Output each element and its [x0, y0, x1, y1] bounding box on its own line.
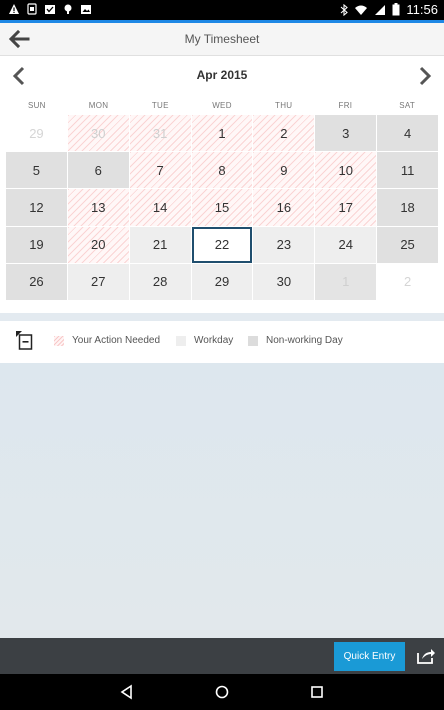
collapse-legend-icon[interactable] [16, 331, 34, 351]
calendar-day[interactable]: 31 [129, 115, 191, 152]
back-triangle-icon[interactable] [119, 684, 135, 700]
month-navigation: Apr 2015 [0, 57, 444, 97]
content-area [0, 363, 444, 638]
legend-workday-label: Workday [194, 335, 234, 346]
next-month-chevron-icon[interactable] [416, 65, 434, 87]
home-circle-icon[interactable] [214, 684, 230, 700]
calendar-day[interactable]: 5 [6, 152, 67, 189]
non-working-swatch [248, 335, 258, 346]
calendar-day[interactable]: 16 [253, 189, 315, 226]
legend-action-needed: Your Action Needed [54, 335, 160, 346]
calendar-day[interactable]: 12 [6, 189, 67, 226]
calendar-day[interactable]: 1 [191, 115, 253, 152]
calendar-day[interactable]: 1 [315, 263, 377, 300]
signal-icon [375, 4, 386, 15]
legend-non-working-label: Non-working Day [266, 335, 343, 346]
calendar-day[interactable]: 20 [67, 226, 129, 263]
weekday-label: SUN [27, 101, 46, 110]
calendar-day[interactable]: 25 [377, 226, 438, 263]
calendar-day[interactable]: 14 [129, 189, 191, 226]
photo-icon [81, 5, 91, 14]
battery-icon [392, 3, 400, 16]
calendar-day[interactable]: 28 [129, 263, 191, 300]
calendar-day[interactable]: 23 [253, 226, 315, 263]
weekday-label: TUE [151, 101, 169, 110]
sim-card-icon [27, 3, 37, 15]
calendar-day[interactable]: 27 [67, 263, 129, 300]
legend: Your Action Needed Workday Non-working D… [0, 321, 444, 363]
calendar-day[interactable]: 29 [191, 263, 253, 300]
share-icon[interactable] [416, 647, 436, 665]
legend-workday: Workday [176, 335, 233, 346]
calendar-day-today[interactable]: 22 [191, 226, 253, 263]
legend-action-needed-label: Your Action Needed [72, 335, 161, 346]
weekday-label: THU [275, 101, 293, 110]
calendar-day[interactable]: 8 [191, 152, 253, 189]
calendar-day[interactable]: 30 [67, 115, 129, 152]
weekday-label: SAT [399, 101, 416, 110]
calendar-day[interactable]: 7 [129, 152, 191, 189]
wifi-icon [355, 5, 368, 15]
bluetooth-icon [341, 3, 349, 16]
app-header: My Timesheet [0, 23, 444, 56]
calendar-day[interactable]: 2 [253, 115, 315, 152]
weekday-label: WED [212, 101, 232, 110]
weekday-label: FRI [338, 101, 353, 110]
action-needed-swatch [54, 335, 64, 346]
workday-swatch [176, 335, 186, 346]
calendar-day[interactable]: 24 [315, 226, 377, 263]
calendar-day[interactable]: 29 [6, 115, 67, 152]
section-divider [0, 313, 444, 321]
status-bar: 11:56 [0, 0, 444, 20]
system-navigation-bar [0, 674, 444, 710]
calendar-day[interactable]: 30 [253, 263, 315, 300]
status-right: 11:56 [340, 2, 438, 17]
calendar-day[interactable]: 3 [315, 115, 377, 152]
calendar-day[interactable]: 13 [67, 189, 129, 226]
weekday-label: MON [88, 101, 109, 110]
calendar-day[interactable]: 4 [377, 115, 438, 152]
calendar-grid: 29 30 31 1 2 3 4 5 6 7 8 9 10 11 12 13 14 15 16 17 18 19 20 21 2… [6, 115, 438, 300]
calendar-day[interactable]: 10 [315, 152, 377, 189]
calendar-day[interactable]: 19 [6, 226, 67, 263]
calendar-day[interactable]: 9 [253, 152, 315, 189]
quick-entry-button[interactable]: Quick Entry [334, 642, 405, 671]
status-time: 11:56 [406, 2, 438, 17]
calendar-day[interactable]: 21 [129, 226, 191, 263]
calendar-day[interactable]: 17 [315, 189, 377, 226]
task-check-icon [45, 5, 55, 14]
status-left-icons [8, 3, 92, 15]
weekday-header: SUN MON TUE WED THU FRI SAT [6, 101, 438, 115]
warning-icon [9, 4, 19, 14]
calendar-day[interactable]: 26 [6, 263, 67, 300]
calendar-day[interactable]: 11 [377, 152, 438, 189]
calendar-day[interactable]: 18 [377, 189, 438, 226]
calendar-day[interactable]: 6 [67, 152, 129, 189]
calendar-day[interactable]: 2 [377, 263, 438, 300]
legend-non-working: Non-working Day [248, 335, 343, 346]
page-title: My Timesheet [184, 32, 260, 46]
android-icon [64, 4, 72, 14]
calendar-day[interactable]: 15 [191, 189, 253, 226]
recents-square-icon[interactable] [309, 684, 325, 700]
month-label: Apr 2015 [196, 68, 248, 82]
bottom-toolbar: Quick Entry [0, 638, 444, 674]
